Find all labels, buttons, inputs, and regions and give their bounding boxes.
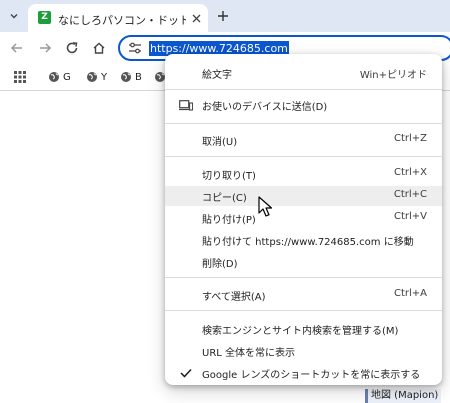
globe-icon <box>87 72 97 82</box>
menu-item-label: コピー(C) <box>202 193 247 204</box>
menu-item-google-lens-shortcut[interactable]: Google レンズのショートカットを常に表示する <box>165 363 442 383</box>
plus-icon <box>218 11 228 21</box>
site-info-button[interactable] <box>126 40 144 56</box>
menu-item-paste-and-go[interactable]: 貼り付けて https://www.724685.com に移動 <box>165 230 442 250</box>
bookmark-label: Y <box>101 71 108 83</box>
back-button[interactable] <box>7 38 27 58</box>
menu-item-label: 削除(D) <box>202 259 238 270</box>
menu-item-shortcut: Win+ピリオド <box>359 70 427 81</box>
tab-search-button[interactable] <box>4 6 24 26</box>
menu-item-manage-search-engines[interactable]: 検索エンジンとサイト内検索を管理する(M) <box>165 319 442 339</box>
menu-item-select-all[interactable]: すべて選択(A) Ctrl+A <box>165 285 442 305</box>
apps-button[interactable] <box>10 67 30 87</box>
checkmark-icon <box>179 366 193 380</box>
menu-item-label: 取消(U) <box>202 137 238 148</box>
new-tab-button[interactable] <box>214 7 232 25</box>
menu-item-shortcut: Ctrl+X <box>393 167 427 178</box>
bookmark-label: B <box>135 71 142 83</box>
chevron-down-icon <box>10 14 18 19</box>
menu-item-shortcut: Ctrl+Z <box>393 133 427 144</box>
tab-strip: Z なにしろパソコン・ドットコム | マルチモ <box>0 0 450 32</box>
menu-item-label: URL 全体を常に表示 <box>202 348 296 359</box>
menu-item-send-to-devices[interactable]: お使いのデバイスに送信(D) <box>165 95 442 115</box>
menu-item-label: すべて選択(A) <box>202 292 266 303</box>
menu-item-emoji[interactable]: 絵文字 Win+ピリオド <box>165 63 442 83</box>
tune-icon <box>129 42 141 54</box>
menu-item-shortcut: Ctrl+C <box>393 189 427 200</box>
reload-button[interactable] <box>62 38 82 58</box>
tab-title: なにしろパソコン・ドットコム | マルチモ <box>58 14 186 26</box>
tab-close-button[interactable] <box>188 10 204 26</box>
bookmark-label: G <box>63 71 71 83</box>
forward-button[interactable] <box>35 38 55 58</box>
close-icon <box>192 14 200 22</box>
menu-item-show-full-url[interactable]: URL 全体を常に表示 <box>165 341 442 361</box>
site-favicon-icon: Z <box>38 11 51 24</box>
reload-icon <box>66 42 78 54</box>
context-menu: 絵文字 Win+ピリオド お使いのデバイスに送信(D) 取消(U) Ctrl+Z… <box>165 54 442 385</box>
menu-item-label: 絵文字 <box>202 70 232 81</box>
active-tab[interactable]: Z なにしろパソコン・ドットコム | マルチモ <box>28 4 208 32</box>
menu-item-label: 貼り付けて https://www.724685.com に移動 <box>202 237 414 248</box>
globe-icon <box>121 72 131 82</box>
menu-item-shortcut: Ctrl+V <box>393 211 427 222</box>
menu-item-label: お使いのデバイスに送信(D) <box>202 102 328 113</box>
arrow-right-icon <box>40 43 52 53</box>
globe-icon <box>49 72 59 82</box>
menu-separator <box>165 123 442 124</box>
menu-item-label: 切り取り(T) <box>202 171 256 182</box>
menu-item-shortcut: Ctrl+A <box>393 288 427 299</box>
menu-separator <box>165 277 442 278</box>
menu-separator <box>165 310 442 311</box>
map-link[interactable]: 地図 (Mapion) <box>365 389 442 403</box>
arrow-left-icon <box>10 43 22 53</box>
menu-item-delete[interactable]: 削除(D) <box>165 252 442 272</box>
menu-item-label: 貼り付け(P) <box>202 215 256 226</box>
menu-separator <box>165 156 442 157</box>
menu-item-paste[interactable]: 貼り付け(P) Ctrl+V <box>165 208 442 228</box>
bookmark-g[interactable]: G <box>48 68 71 86</box>
menu-item-cut[interactable]: 切り取り(T) Ctrl+X <box>165 164 442 184</box>
menu-separator <box>165 89 442 90</box>
home-button[interactable] <box>89 38 109 58</box>
bookmark-b[interactable]: B <box>120 68 142 86</box>
menu-item-copy[interactable]: コピー(C) Ctrl+C <box>165 186 442 206</box>
bookmark-y[interactable]: Y <box>86 68 107 86</box>
menu-item-label: Google レンズのショートカットを常に表示する <box>202 370 421 381</box>
menu-item-undo[interactable]: 取消(U) Ctrl+Z <box>165 130 442 150</box>
apps-grid-icon <box>14 71 26 83</box>
menu-item-label: 検索エンジンとサイト内検索を管理する(M) <box>202 326 399 337</box>
mouse-pointer-icon <box>258 196 273 217</box>
devices-icon <box>179 98 193 112</box>
home-icon <box>93 42 105 54</box>
